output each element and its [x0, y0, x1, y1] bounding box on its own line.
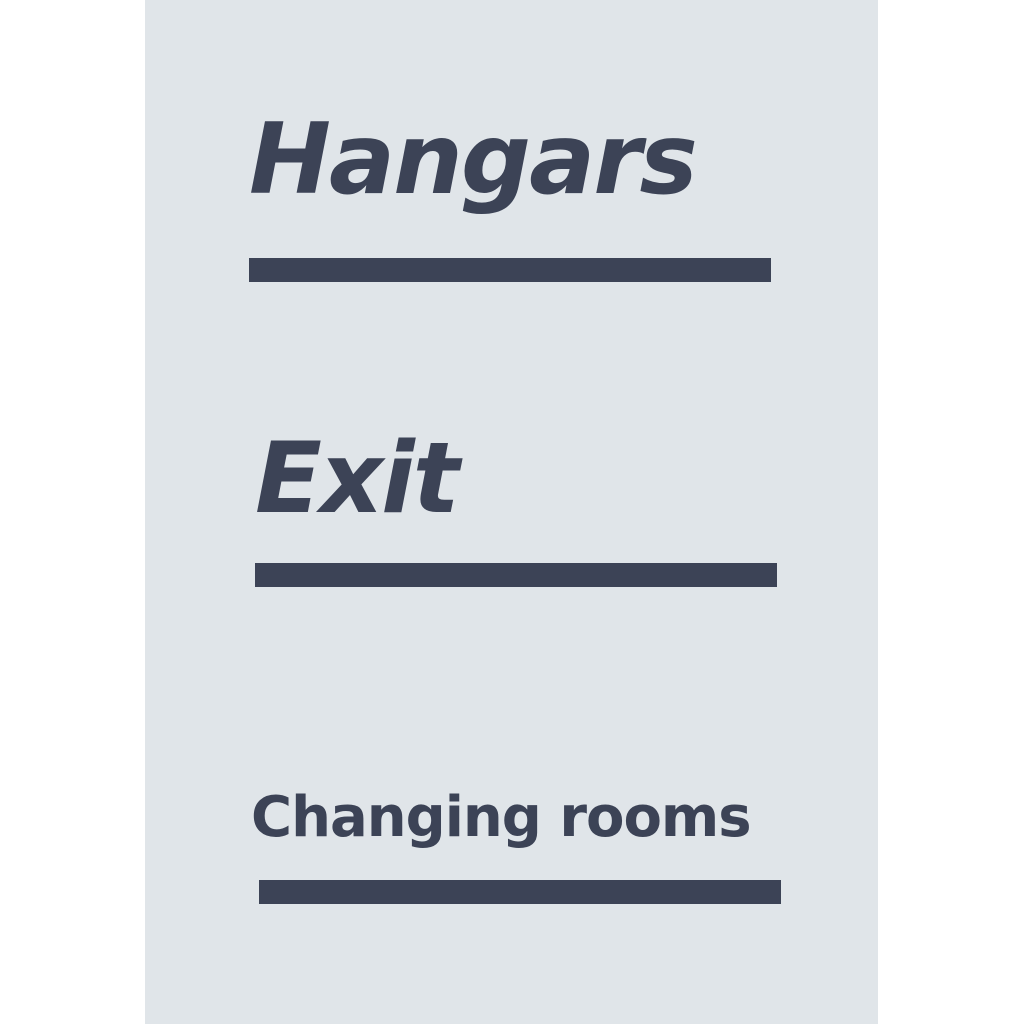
sign-rule-exit: [255, 563, 777, 587]
sign-label-hangars: Hangars: [249, 103, 698, 217]
sign-label-changing-rooms: Changing rooms: [251, 785, 752, 850]
sign-rule-changing-rooms: [259, 880, 781, 904]
sign-label-exit: Exit: [255, 422, 460, 536]
sign-rule-hangars: [249, 258, 771, 282]
wayfinding-sign: Hangars Exit Changing rooms: [145, 0, 878, 1024]
